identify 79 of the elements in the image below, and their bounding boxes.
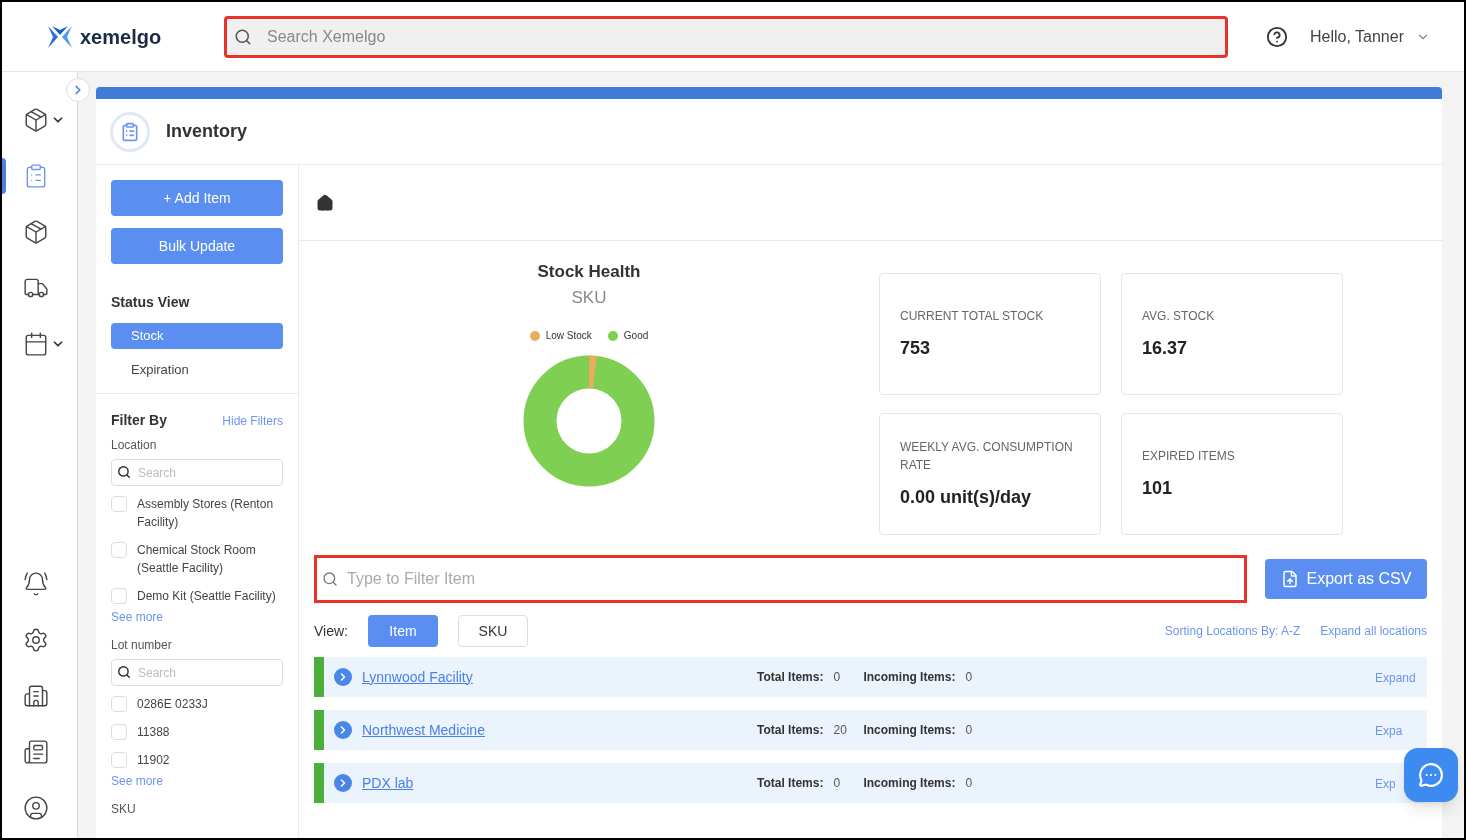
total-items-label: Total Items: (757, 669, 824, 686)
incoming-items-label: Incoming Items: (863, 722, 956, 739)
chat-icon (1418, 762, 1444, 788)
expand-link[interactable]: Expand (1375, 671, 1416, 685)
filter-group-label: Lot number (111, 637, 173, 653)
metric-card: EXPIRED ITEMS 101 (1121, 413, 1343, 535)
incoming-items-value: 0 (965, 775, 973, 792)
checkbox-label: 11388 (137, 724, 170, 741)
total-items-value: 0 (833, 669, 842, 686)
filter-search-field[interactable]: Search (111, 459, 283, 486)
view-toggle[interactable]: SKU (458, 615, 528, 647)
total-items-label: Total Items: (757, 722, 824, 739)
total-items-value: 0 (833, 775, 842, 792)
checkbox-label: 0286E 0233J (137, 696, 208, 713)
chat-button[interactable] (1404, 748, 1458, 802)
checkbox-label: Assembly Stores (Renton Facility) (137, 496, 275, 531)
search-icon (234, 27, 252, 46)
legend-label: Good (623, 329, 649, 343)
incoming-items-label: Incoming Items: (863, 775, 956, 792)
status-view-option[interactable]: Expiration (111, 357, 283, 383)
checkbox[interactable] (111, 696, 127, 712)
legend-label: Low Stock (545, 329, 592, 343)
export-icon (1280, 570, 1299, 588)
home-icon[interactable] (316, 193, 334, 212)
user-menu[interactable]: Hello, Tanner (1310, 24, 1430, 49)
action-button[interactable]: Bulk Update (111, 228, 283, 264)
metric-card: AVG. STOCK 16.37 (1121, 273, 1343, 395)
section-title: Status View (111, 293, 191, 312)
active-indicator (2, 158, 6, 194)
page-icon (110, 111, 150, 152)
expand-row-button[interactable] (334, 721, 352, 739)
expand-sidebar-button[interactable] (66, 78, 90, 102)
search-icon (322, 571, 338, 587)
incoming-items-value: 0 (965, 722, 973, 739)
expand-all-link[interactable]: Expand all locations (1320, 622, 1427, 640)
action-button[interactable]: + Add Item (111, 180, 283, 216)
expand-row-button[interactable] (334, 668, 352, 686)
hide-filters-link[interactable]: Hide Filters (222, 411, 283, 430)
search-icon (117, 665, 131, 679)
help-icon[interactable] (1266, 25, 1288, 48)
view-toggle[interactable]: Item (368, 615, 438, 647)
checkbox-label: 11902 (137, 752, 170, 769)
see-more-link[interactable]: See more (111, 773, 283, 789)
total-items-value: 20 (833, 722, 848, 739)
total-items-label: Total Items: (757, 775, 824, 792)
filter-search-field[interactable]: Search (111, 659, 283, 686)
expand-row-button[interactable] (334, 774, 352, 792)
brand-name: xemelgo (80, 24, 162, 50)
see-more-link[interactable]: See more (111, 609, 283, 625)
metric-card: WEEKLY AVG. CONSUMPTION RATE 0.00 unit(s)/day (879, 413, 1101, 535)
expand-link[interactable]: Expa (1375, 724, 1403, 738)
metric-card: CURRENT TOTAL STOCK 753 (879, 273, 1101, 395)
export-button[interactable]: Export as CSV (1265, 559, 1427, 599)
checkbox[interactable] (111, 752, 127, 768)
status-view-option[interactable]: Stock (111, 323, 283, 349)
filter-group-label: Location (111, 437, 158, 453)
checkbox[interactable] (111, 724, 127, 740)
incoming-items-value: 0 (965, 669, 973, 686)
checkbox[interactable] (111, 496, 127, 512)
checkbox-label: Chemical Stock Room (Seattle Facility) (137, 542, 257, 577)
incoming-items-label: Incoming Items: (863, 669, 956, 686)
checkbox[interactable] (111, 588, 127, 604)
section-title: Filter By (111, 411, 167, 430)
filter-group-label: SKU (111, 801, 137, 817)
page-title: Inventory (166, 120, 248, 143)
filter-items-field[interactable]: Type to Filter Item (314, 555, 1247, 603)
location-link[interactable]: PDX lab (362, 772, 757, 794)
logo-icon (48, 25, 72, 48)
expand-link[interactable]: Exp (1375, 777, 1396, 791)
checkbox[interactable] (111, 542, 127, 558)
search-icon (117, 465, 131, 479)
global-search-field[interactable]: Search Xemelgo (224, 15, 1228, 58)
chart-subtitle: SKU (571, 286, 607, 309)
checkbox-label: Demo Kit (Seattle Facility) (137, 588, 276, 605)
location-link[interactable]: Lynnwood Facility (362, 666, 757, 688)
chart-title: Stock Health (537, 261, 641, 283)
sorting-link[interactable]: Sorting Locations By: A-Z (1164, 622, 1301, 640)
view-label: View: (314, 621, 348, 641)
location-link[interactable]: Northwest Medicine (362, 719, 757, 741)
